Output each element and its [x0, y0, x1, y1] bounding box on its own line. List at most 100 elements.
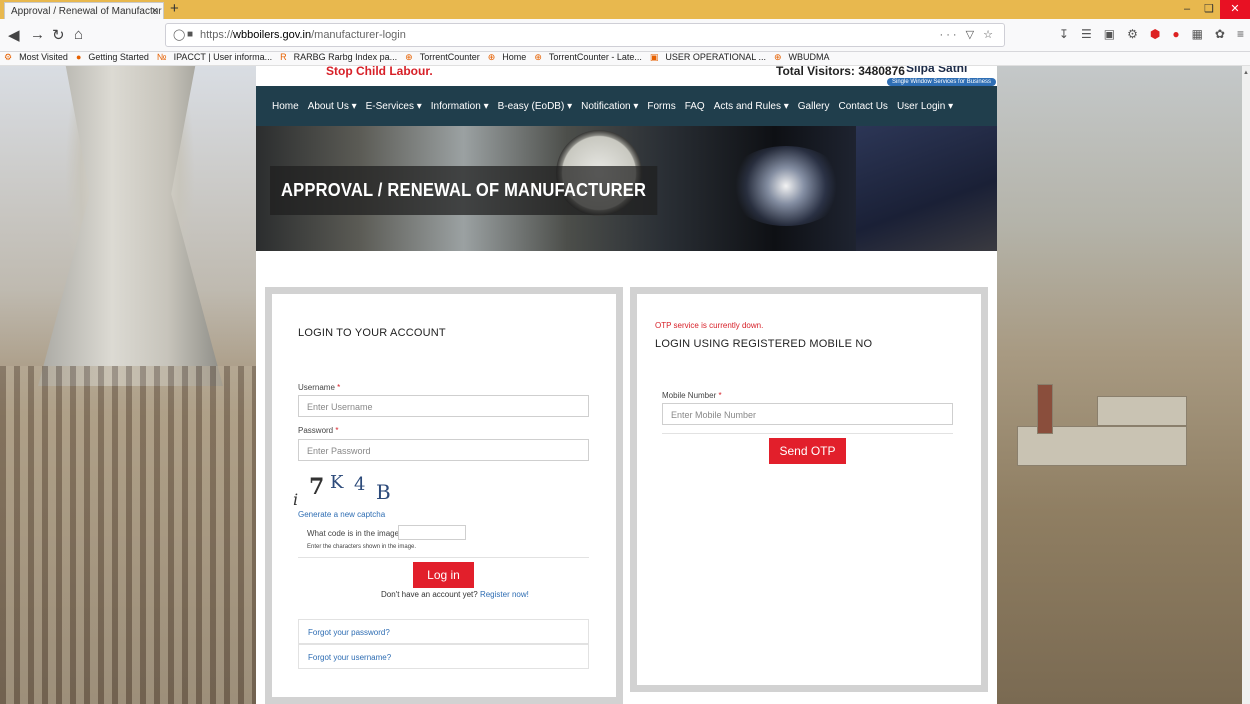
- mobile-input[interactable]: Enter Mobile Number: [662, 403, 953, 425]
- username-input[interactable]: Enter Username: [298, 395, 589, 417]
- new-tab-button[interactable]: +: [170, 0, 179, 17]
- menu-item[interactable]: Information ▾: [431, 101, 489, 112]
- header-strip: Stop Child Labour. Total Visitors: 34808…: [256, 66, 997, 86]
- single-window-badge[interactable]: Single Window Services for Business: [887, 78, 997, 86]
- r-icon: R: [280, 52, 287, 62]
- main-menu: Home About Us ▾ E-Services ▾ Information ▾ B…: [256, 86, 997, 126]
- browser-toolbar: ◀ → ↻ ⌂ ◯ ■ https://wbboilers.gov.in/man…: [0, 19, 1250, 52]
- new-captcha-link[interactable]: Generate a new captcha: [298, 510, 385, 519]
- image-icon: ▣: [649, 52, 659, 62]
- more-actions-icon[interactable]: ···: [940, 29, 960, 41]
- cooling-tower-image: [38, 66, 223, 386]
- reload-icon[interactable]: ↻: [52, 26, 65, 44]
- minimize-icon[interactable]: –: [1176, 0, 1198, 19]
- register-link[interactable]: Register now!: [480, 590, 529, 599]
- lock-icon: ■: [187, 29, 194, 40]
- bookmark-item[interactable]: TorrentCounter - Late...: [549, 52, 642, 62]
- globe-icon: ⊕: [534, 52, 542, 62]
- welding-spark-image: [726, 146, 846, 226]
- extension-icon[interactable]: ⚙: [1127, 27, 1138, 41]
- shield-icon: ◯: [173, 29, 186, 41]
- ip-icon: №: [156, 52, 167, 62]
- password-input[interactable]: Enter Password: [298, 439, 589, 461]
- url-domain: wbboilers.gov.in: [233, 29, 312, 41]
- page-banner: APPROVAL / RENEWAL OF MANUFACTURER: [256, 126, 997, 251]
- library-icon[interactable]: ☰: [1081, 27, 1092, 41]
- bookmarks-bar: ⚙ Most Visited ● Getting Started № IPACCT | U…: [0, 52, 1250, 66]
- otp-warning: OTP service is currently down.: [655, 321, 764, 330]
- bookmark-item[interactable]: IPACCT | User informa...: [174, 52, 273, 62]
- captcha-help: Enter the characters shown in the image.: [307, 544, 417, 550]
- bookmark-item[interactable]: USER OPERATIONAL ...: [665, 52, 766, 62]
- menu-icon[interactable]: ≡: [1237, 27, 1244, 41]
- menu-item[interactable]: Acts and Rules ▾: [714, 101, 789, 112]
- page-actions: ··· ▽ ☆: [940, 24, 996, 46]
- tab-bar: Approval / Renewal of Manufactur × + – ❑…: [0, 0, 1250, 19]
- captcha-input[interactable]: [398, 525, 466, 540]
- page-title: APPROVAL / RENEWAL OF MANUFACTURER: [270, 166, 658, 215]
- bookmark-item[interactable]: RARBG Rarbg Index pa...: [294, 52, 398, 62]
- bookmark-item[interactable]: TorrentCounter: [420, 52, 480, 62]
- otp-panel: OTP service is currently down. LOGIN USI…: [630, 287, 988, 692]
- forgot-password-link[interactable]: Forgot your password?: [298, 619, 589, 644]
- bookmark-star-icon[interactable]: ☆: [983, 29, 996, 41]
- divider: [298, 557, 589, 558]
- menu-item[interactable]: Gallery: [798, 101, 830, 112]
- menu-item[interactable]: FAQ: [685, 101, 705, 112]
- menu-item[interactable]: B-easy (EoDB) ▾: [498, 101, 572, 112]
- forward-icon[interactable]: →: [30, 26, 45, 43]
- bookmark-item[interactable]: WBUDMA: [789, 52, 830, 62]
- child-labour-text: Stop Child Labour.: [326, 66, 433, 78]
- menu-item[interactable]: Notification ▾: [581, 101, 638, 112]
- bookmark-item[interactable]: Home: [502, 52, 526, 62]
- bookmark-item[interactable]: Getting Started: [88, 52, 149, 62]
- close-window-icon[interactable]: ✕: [1220, 0, 1250, 19]
- home-icon[interactable]: ⌂: [74, 26, 83, 43]
- sidebar-icon[interactable]: ▣: [1104, 27, 1115, 41]
- screenshot-icon[interactable]: ▦: [1192, 27, 1203, 41]
- silpa-sathi-logo[interactable]: Silpa Sathi: [906, 66, 967, 75]
- send-otp-button[interactable]: Send OTP: [769, 438, 846, 464]
- pocket-icon[interactable]: ▽: [966, 29, 977, 41]
- login-title: LOGIN TO YOUR ACCOUNT: [298, 327, 446, 339]
- download-icon[interactable]: ↧: [1059, 27, 1069, 41]
- adblock-icon[interactable]: ⬢: [1150, 27, 1160, 41]
- password-label: Password *: [298, 426, 339, 435]
- menu-item[interactable]: Home: [272, 101, 299, 112]
- browser-tools: ↧ ☰ ▣ ⚙ ⬢ ● ▦ ✿ ≡: [1059, 27, 1244, 41]
- menu-item[interactable]: About Us ▾: [308, 101, 357, 112]
- main-content: Stop Child Labour. Total Visitors: 34808…: [256, 66, 997, 704]
- close-tab-icon[interactable]: ×: [152, 5, 158, 17]
- background-left-plant: [0, 66, 256, 704]
- welder-image: [856, 126, 997, 251]
- ublock-icon[interactable]: ●: [1172, 27, 1179, 41]
- browser-tab[interactable]: Approval / Renewal of Manufactur ×: [4, 2, 164, 19]
- register-prompt: Don't have an account yet? Register now!: [381, 590, 529, 599]
- construction-image: [0, 366, 256, 704]
- menu-item[interactable]: Contact Us: [838, 101, 887, 112]
- login-panel: LOGIN TO YOUR ACCOUNT Username * Enter U…: [265, 287, 623, 704]
- forgot-username-link[interactable]: Forgot your username?: [298, 644, 589, 669]
- page-scrollbar[interactable]: ▲: [1242, 66, 1250, 704]
- maximize-icon[interactable]: ❑: [1198, 0, 1220, 19]
- web-page: Stop Child Labour. Total Visitors: 34808…: [0, 66, 1250, 704]
- firefox-icon: ●: [75, 52, 82, 62]
- url-prefix: https://: [200, 29, 234, 41]
- bookmark-item[interactable]: Most Visited: [19, 52, 68, 62]
- visitor-count: Total Visitors: 3480876: [776, 66, 905, 78]
- menu-item[interactable]: User Login ▾: [897, 101, 953, 112]
- globe-icon: ⊕: [405, 52, 413, 62]
- captcha-question: What code is in the image? *: [307, 529, 409, 538]
- address-bar[interactable]: ◯ ■ https://wbboilers.gov.in/manufacture…: [165, 23, 1005, 47]
- back-icon[interactable]: ◀: [8, 26, 20, 44]
- settings-extension-icon[interactable]: ✿: [1215, 27, 1225, 41]
- scroll-up-icon[interactable]: ▲: [1243, 70, 1249, 84]
- menu-item[interactable]: Forms: [647, 101, 675, 112]
- captcha-image: i 7 K 4 B: [293, 472, 391, 509]
- building-image: [1097, 396, 1187, 426]
- globe-icon: ⊕: [773, 52, 782, 62]
- menu-item[interactable]: E-Services ▾: [366, 101, 422, 112]
- window-controls: – ❑ ✕: [1176, 0, 1250, 19]
- login-button[interactable]: Log in: [413, 562, 474, 588]
- gear-icon: ⚙: [4, 52, 13, 62]
